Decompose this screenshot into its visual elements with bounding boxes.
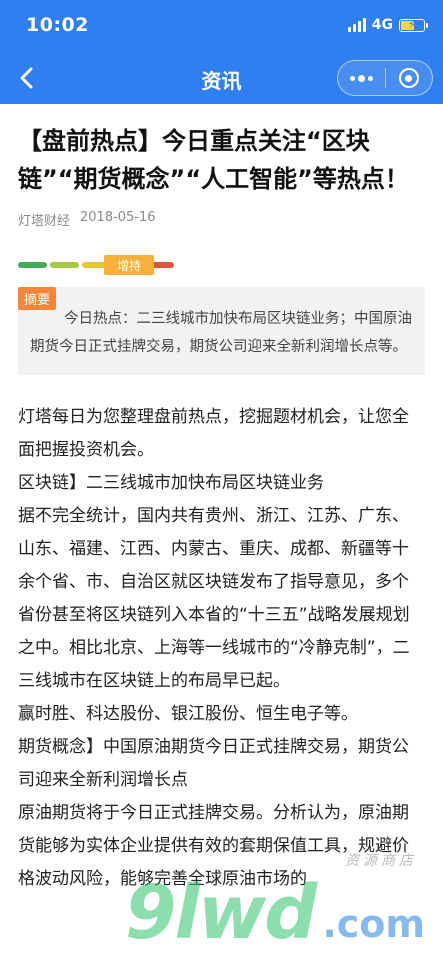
status-time: 10:02 (26, 14, 89, 36)
status-bar: 10:02 4G ⚡ (0, 0, 443, 52)
article-source: 灯塔财经 (18, 214, 71, 229)
article-paragraph: 期货概念】中国原油期货今日正式挂牌交易，期货公司迎来全新利润增长点 (18, 737, 409, 790)
article-paragraph: 赢时胜、科达股份、银江股份、恒生电子等。 (18, 704, 358, 724)
article-paragraph: 区块链】二三线城市加快布局区块链业务 (18, 473, 324, 493)
rating-badge: 增持 (104, 255, 154, 275)
signal-icon (347, 18, 366, 32)
article-body: 灯塔每日为您整理盘前热点，挖掘题材机会，让您全面把握投资机会。 区块链】二三线城… (18, 401, 425, 896)
article-title: 【盘前热点】今日重点关注“区块链”“期货概念”“人工智能”等热点！ (18, 127, 409, 193)
status-indicators: 4G ⚡ (347, 15, 428, 35)
summary-tag: 摘要 (18, 287, 57, 310)
close-button[interactable] (385, 61, 432, 95)
chevron-left-icon (20, 67, 33, 89)
article-paragraph: 灯塔每日为您整理盘前热点，挖掘题材机会，让您全面把握投资机会。 (18, 407, 409, 460)
summary-text: 今日热点：二三线城市加快布局区块链业务；中国原油期货今日正式挂牌交易，期货公司迎… (30, 311, 412, 355)
target-close-icon (398, 68, 419, 88)
rating-segment (18, 262, 47, 268)
nav-bar: 资讯 (0, 52, 443, 104)
mini-program-capsule (337, 60, 433, 96)
back-button[interactable] (10, 62, 42, 94)
battery-icon: ⚡ (399, 18, 428, 32)
rating-segment (49, 262, 79, 268)
network-type: 4G (371, 17, 393, 33)
article-paragraph: 原油期货将于今日正式挂牌交易。分析认为，原油期货能够为实体企业提供有效的套期保值… (18, 803, 409, 889)
article-paragraph: 据不完全统计，国内共有贵州、浙江、江苏、广东、山东、福建、江西、内蒙古、重庆、成… (18, 506, 410, 691)
rating-indicator: 增持 (18, 255, 178, 275)
summary-box: 摘要 今日热点：二三线城市加快布局区块链业务；中国原油期货今日正式挂牌交易，期货… (18, 287, 425, 375)
article-content: 【盘前热点】今日重点关注“区块链”“期货概念”“人工智能”等热点！ 灯塔财经 2… (0, 104, 443, 896)
watermark-suffix: .com (322, 902, 425, 946)
article-date: 2018-05-16 (80, 210, 156, 225)
more-button[interactable] (338, 61, 385, 95)
article-meta: 灯塔财经 2018-05-16 (18, 210, 425, 229)
more-dots-icon (349, 74, 373, 82)
